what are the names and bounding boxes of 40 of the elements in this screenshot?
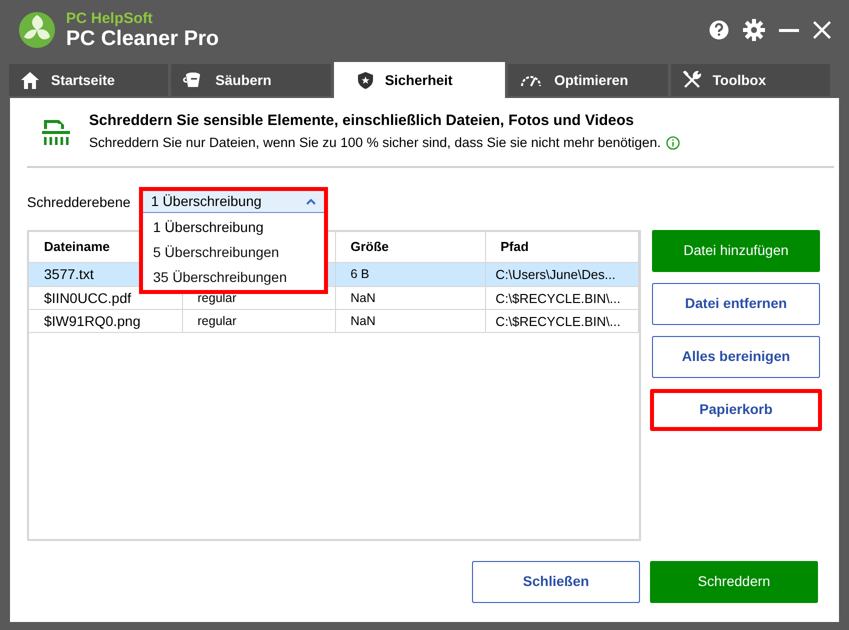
caret-up-icon	[306, 198, 316, 204]
home-icon	[21, 72, 39, 88]
nav-tab[interactable]: Startseite	[9, 64, 168, 96]
table-cell: 3577.txt	[44, 266, 94, 282]
settings-icon[interactable]	[743, 19, 765, 41]
table-cell: $IW91RQ0.png	[44, 312, 140, 329]
minimize-icon[interactable]	[779, 28, 799, 32]
nav-tab[interactable]: Optimieren	[508, 64, 668, 96]
shield-icon	[358, 72, 373, 88]
brand-name: PC HelpSoft	[66, 11, 154, 26]
help-icon[interactable]	[709, 20, 729, 40]
gauge-icon	[520, 73, 542, 87]
nav-tab[interactable]: Sicherheit	[334, 62, 506, 98]
intro-text: Schreddern Sie nur Dateien, wenn Sie zu 100 % sicher sind, dass Sie sie nicht mehr benötigen.	[89, 134, 661, 152]
table-cell: NaN	[350, 290, 376, 305]
action-button[interactable]: Datei entfernen	[652, 282, 820, 325]
action-button[interactable]: Schreddern	[650, 560, 818, 603]
logo-icon	[18, 11, 56, 49]
app-title: PC Cleaner Pro	[66, 28, 219, 49]
info-icon[interactable]	[666, 136, 680, 150]
table-cell: NaN	[350, 314, 376, 328]
tools-icon	[682, 71, 701, 89]
table-cell: C:\$RECYCLE.BIN\...	[496, 290, 620, 306]
intro-heading: Schreddern Sie sensible Elemente, einschließlich Dateien, Fotos und Videos	[89, 111, 635, 131]
nav-tab[interactable]: Säubern	[171, 64, 331, 96]
nav-tab[interactable]: Toolbox	[670, 64, 830, 96]
table-cell: $IIN0UCC.pdf	[44, 290, 132, 306]
table-cell: C:\Users\June\Des...	[496, 267, 616, 282]
table-cell: 6 B	[350, 267, 370, 282]
action-button[interactable]: Schließen	[472, 560, 640, 603]
action-button[interactable]: Datei hinzufügen	[652, 230, 820, 272]
action-button[interactable]: Papierkorb	[650, 388, 822, 431]
selected-value: 1 Überschreibung	[151, 192, 262, 211]
table-row[interactable]: $IW91RQ0.png regular NaN C:\$RECYCLE.BIN\...	[29, 310, 638, 333]
close-icon[interactable]	[813, 21, 831, 39]
table-cell: regular	[198, 314, 236, 328]
table-cell: C:\$RECYCLE.BIN\...	[496, 314, 620, 328]
shred-level-dropdown[interactable]: 1 Überschreibung 1 Überschreibung 5 Überschreibungen 35 Überschreibungen	[139, 187, 328, 294]
shred-level-label: Schredderebene	[27, 193, 131, 212]
action-button[interactable]: Alles bereinigen	[652, 336, 820, 378]
